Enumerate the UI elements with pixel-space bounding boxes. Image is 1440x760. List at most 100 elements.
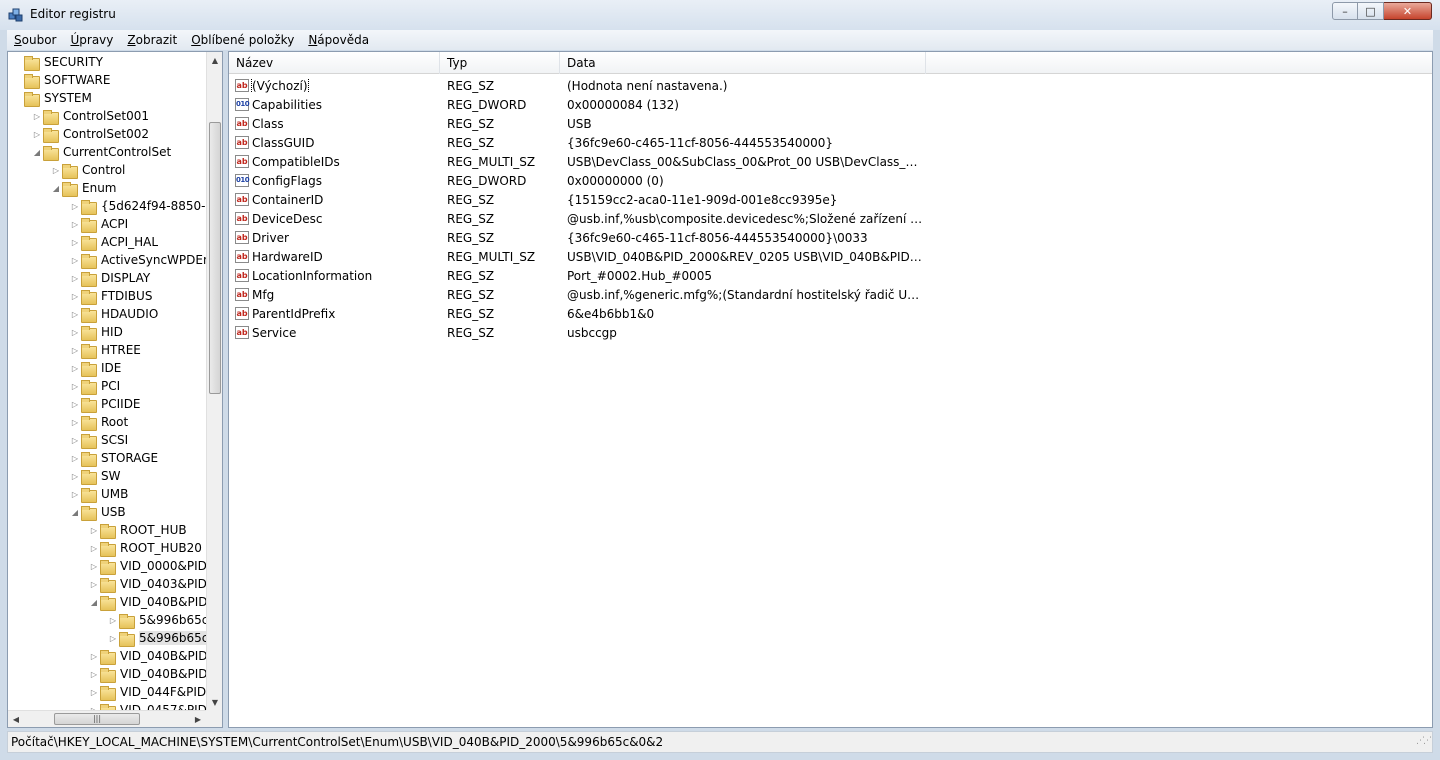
collapsed-arrow-icon[interactable]: ▷ (69, 274, 81, 283)
tree-node[interactable]: ▷ ROOT_HUB (88, 521, 187, 539)
tree-node[interactable]: ▷ ControlSet001 (31, 107, 149, 125)
tree-node[interactable]: ▷ Control (50, 161, 125, 179)
collapsed-arrow-icon[interactable]: ▷ (31, 130, 43, 139)
collapsed-arrow-icon[interactable]: ▷ (69, 418, 81, 427)
tree-node[interactable]: ▷ Root (69, 413, 128, 431)
tree-node[interactable]: SOFTWARE (12, 71, 110, 89)
tree-node[interactable]: ▷ {5d624f94-8850-40c3- (69, 197, 206, 215)
tree-vertical-scroll-thumb[interactable] (209, 122, 221, 394)
collapsed-arrow-icon[interactable]: ▷ (69, 328, 81, 337)
value-row[interactable]: ab Driver REG_SZ {36fc9e60-c465-11cf-8056-4… (229, 228, 1432, 247)
collapsed-arrow-icon[interactable]: ▷ (50, 166, 62, 175)
tree-node[interactable]: ◢ VID_040B&PID_200 (88, 593, 206, 611)
collapsed-arrow-icon[interactable]: ▷ (88, 562, 100, 571)
collapsed-arrow-icon[interactable]: ▷ (69, 256, 81, 265)
collapsed-arrow-icon[interactable]: ▷ (69, 202, 81, 211)
menu-item-3[interactable]: Oblíbené položky (184, 33, 301, 47)
expanded-arrow-icon[interactable]: ◢ (69, 508, 81, 517)
tree-node[interactable]: ▷ 5&996b65c&0 (107, 611, 206, 629)
tree-node[interactable]: ▷ SW (69, 467, 120, 485)
minimize-button[interactable]: – (1332, 2, 1358, 20)
tree-vertical-scrollbar[interactable]: ▲ ▼ (206, 52, 222, 710)
expanded-arrow-icon[interactable]: ◢ (31, 148, 43, 157)
collapsed-arrow-icon[interactable]: ▷ (69, 292, 81, 301)
tree-node[interactable]: ▷ VID_0403&PID_600 (88, 575, 206, 593)
value-row[interactable]: ab HardwareID REG_MULTI_SZ USB\VID_040B&PID… (229, 247, 1432, 266)
scroll-right-icon[interactable]: ▶ (190, 711, 206, 727)
collapsed-arrow-icon[interactable]: ▷ (107, 616, 119, 625)
collapsed-arrow-icon[interactable]: ▷ (69, 472, 81, 481)
title-bar[interactable]: Editor registru – □ ✕ (0, 0, 1440, 30)
menu-item-1[interactable]: Úpravy (63, 33, 120, 47)
column-header-name[interactable]: Název (229, 52, 440, 74)
collapsed-arrow-icon[interactable]: ▷ (69, 382, 81, 391)
tree-node[interactable]: ▷ VID_040B&PID_200 (88, 647, 206, 665)
tree-node[interactable]: ▷ ControlSet002 (31, 125, 149, 143)
value-row[interactable]: ab ClassGUID REG_SZ {36fc9e60-c465-11cf-805… (229, 133, 1432, 152)
tree-node[interactable]: ▷ VID_040B&PID_200 (88, 665, 206, 683)
collapsed-arrow-icon[interactable]: ▷ (69, 436, 81, 445)
tree-node[interactable]: ▷ STORAGE (69, 449, 158, 467)
column-header-type[interactable]: Typ (440, 52, 560, 74)
collapsed-arrow-icon[interactable]: ▷ (69, 346, 81, 355)
tree-node[interactable]: SYSTEM (12, 89, 92, 107)
tree-node[interactable]: SECURITY (12, 53, 103, 71)
value-row[interactable]: ab ParentIdPrefix REG_SZ 6&e4b6bb1&0 (229, 304, 1432, 323)
value-row[interactable]: 010 Capabilities REG_DWORD 0x00000084 (132) (229, 95, 1432, 114)
collapsed-arrow-icon[interactable]: ▷ (69, 454, 81, 463)
collapsed-arrow-icon[interactable]: ▷ (31, 112, 43, 121)
menu-item-4[interactable]: Nápověda (301, 33, 376, 47)
collapsed-arrow-icon[interactable]: ▷ (88, 544, 100, 553)
collapsed-arrow-icon[interactable]: ▷ (69, 220, 81, 229)
tree-node[interactable]: ▷ VID_044F&PID_B10 (88, 683, 206, 701)
tree-node[interactable]: ▷VID_0457&PID_015 (88, 701, 206, 710)
menu-item-0[interactable]: Soubor (7, 33, 63, 47)
expanded-arrow-icon[interactable]: ◢ (50, 184, 62, 193)
collapsed-arrow-icon[interactable]: ▷ (69, 364, 81, 373)
tree-node[interactable]: ▷ PCI (69, 377, 120, 395)
menu-item-2[interactable]: Zobrazit (120, 33, 184, 47)
tree-node[interactable]: ▷ PCIIDE (69, 395, 141, 413)
collapsed-arrow-icon[interactable]: ▷ (88, 652, 100, 661)
tree-node[interactable]: ▷ FTDIBUS (69, 287, 152, 305)
tree-node[interactable]: ▷ HDAUDIO (69, 305, 158, 323)
tree-node[interactable]: ▷ UMB (69, 485, 128, 503)
resize-grip-icon[interactable]: ⋰⋰ (1416, 731, 1432, 751)
collapsed-arrow-icon[interactable]: ▷ (88, 580, 100, 589)
value-row[interactable]: ab DeviceDesc REG_SZ @usb.inf,%usb\composit… (229, 209, 1432, 228)
collapsed-arrow-icon[interactable]: ▷ (69, 238, 81, 247)
tree-node[interactable]: ▷ IDE (69, 359, 121, 377)
tree-node[interactable]: ▷ SCSI (69, 431, 128, 449)
close-button[interactable]: ✕ (1384, 2, 1432, 20)
expanded-arrow-icon[interactable]: ◢ (88, 598, 100, 607)
tree-node[interactable]: ▷ DISPLAY (69, 269, 150, 287)
collapsed-arrow-icon[interactable]: ▷ (88, 670, 100, 679)
collapsed-arrow-icon[interactable]: ▷ (88, 688, 100, 697)
value-row[interactable]: 010 ConfigFlags REG_DWORD 0x00000000 (0) (229, 171, 1432, 190)
tree-node[interactable]: ▷ VID_0000&PID_000 (88, 557, 206, 575)
value-row[interactable]: ab (Výchozí) REG_SZ (Hodnota není nastavena… (229, 76, 1432, 95)
collapsed-arrow-icon[interactable]: ▷ (107, 634, 119, 643)
collapsed-arrow-icon[interactable]: ▷ (88, 526, 100, 535)
scroll-left-icon[interactable]: ◀ (8, 711, 24, 727)
scroll-down-icon[interactable]: ▼ (207, 694, 222, 710)
tree-node[interactable]: ▷ ACPI_HAL (69, 233, 158, 251)
value-row[interactable]: ab LocationInformation REG_SZ Port_#0002.Hu… (229, 266, 1432, 285)
tree-node[interactable]: ▷ ROOT_HUB20 (88, 539, 202, 557)
column-header-data[interactable]: Data (560, 52, 926, 74)
value-row[interactable]: ab Class REG_SZ USB (229, 114, 1432, 133)
collapsed-arrow-icon[interactable]: ▷ (69, 490, 81, 499)
tree-horizontal-scroll-thumb[interactable]: ||| (54, 713, 140, 725)
tree-node[interactable]: ▷ HTREE (69, 341, 141, 359)
scroll-up-icon[interactable]: ▲ (207, 52, 222, 68)
tree-node[interactable]: ▷ ACPI (69, 215, 128, 233)
maximize-button[interactable]: □ (1358, 2, 1384, 20)
collapsed-arrow-icon[interactable]: ▷ (69, 400, 81, 409)
tree-node[interactable]: ▷ 5&996b65c&0 (107, 629, 206, 647)
tree-node[interactable]: ◢ USB (69, 503, 126, 521)
tree-node[interactable]: ▷ HID (69, 323, 123, 341)
tree-node[interactable]: ◢ Enum (50, 179, 116, 197)
value-row[interactable]: ab ContainerID REG_SZ {15159cc2-aca0-11e1-9… (229, 190, 1432, 209)
value-row[interactable]: ab CompatibleIDs REG_MULTI_SZ USB\DevClass_… (229, 152, 1432, 171)
tree-horizontal-scrollbar[interactable]: ◀ ||| ▶ (8, 710, 206, 727)
